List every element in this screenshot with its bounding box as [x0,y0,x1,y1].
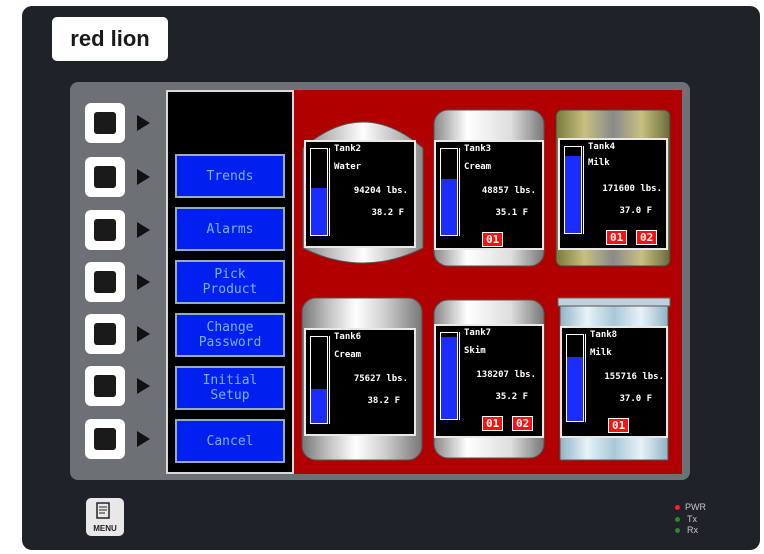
tank-7-name: Tank7 [464,328,492,338]
tank-6-product: Cream [334,350,362,360]
trends-button[interactable]: Trends [175,154,285,198]
tank-2-weight: 94204 lbs. [353,186,408,196]
menu-icon [96,502,110,519]
tank-4[interactable]: Tank4 Milk 171600 lbs. 37.0 F 01 02 [554,108,672,268]
tank-7-weight: 138207 lbs. [476,370,536,380]
tank-3[interactable]: Tank3 Cream 48857 lbs. 35.1 F 01 [430,108,548,268]
arrow-right-icon [137,326,150,342]
arrow-right-icon [137,378,150,394]
tank-2-temp: 38.2 F [371,208,404,218]
alarm-badge[interactable]: 01 [606,230,628,245]
tank-6-level-bar [310,336,328,424]
initial-setup-button[interactable]: Initial Setup [175,366,285,410]
alarms-button[interactable]: Alarms [175,207,285,251]
tank-7-panel: Tank7 Skim 138207 lbs. 35.2 F 01 02 [434,324,544,438]
rx-led [675,528,680,533]
level-scale [329,148,332,236]
tank-8-product: Milk [590,348,612,358]
tank-2-panel: Tank2 Water 94204 lbs. 38.2 F [304,140,416,248]
soft-key-5[interactable] [85,314,125,354]
tank-6-temp: 38.2 F [367,396,400,406]
soft-key-2[interactable] [85,157,125,197]
tank-4-temp: 37.0 F [619,206,652,216]
tank-4-name: Tank4 [588,142,616,152]
tank-6-name: Tank6 [334,332,362,342]
tank-6-weight: 75627 lbs. [353,374,408,384]
hmi-screen: Trends Alarms Pick Product Change Passwo… [166,90,682,474]
tank-3-weight: 48857 lbs. [481,186,536,196]
soft-key-1[interactable] [85,103,125,143]
tank-3-product: Cream [464,162,492,172]
screen-menu-column: Trends Alarms Pick Product Change Passwo… [166,90,294,474]
soft-key-4[interactable] [85,262,125,302]
tank-3-level-bar [440,148,458,236]
change-password-button[interactable]: Change Password [175,313,285,357]
tank-3-temp: 35.1 F [495,208,528,218]
tank-8-level-bar [566,334,584,422]
tank-8[interactable]: Tank8 Milk 155716 lbs. 37.0 F 01 [556,296,672,462]
tank-2-name: Tank2 [334,144,362,154]
tank-2[interactable]: Tank2 Water 94204 lbs. 38.2 F [300,108,426,268]
tank-2-product: Water [334,162,362,172]
tank-8-temp: 37.0 F [619,394,652,404]
tank-8-panel: Tank8 Milk 155716 lbs. 37.0 F 01 [560,326,668,438]
tank-4-panel: Tank4 Milk 171600 lbs. 37.0 F 01 02 [558,138,668,250]
tank-6[interactable]: Tank6 Cream 75627 lbs. 38.2 F [300,296,426,462]
tank-3-panel: Tank3 Cream 48857 lbs. 35.1 F 01 [434,140,544,250]
alarm-badge[interactable]: 02 [636,230,658,245]
alarm-badge[interactable]: 01 [482,416,504,431]
alarm-badge[interactable]: 02 [512,416,534,431]
tank-8-name: Tank8 [590,330,618,340]
level-scale [459,148,462,236]
tank-6-panel: Tank6 Cream 75627 lbs. 38.2 F [304,328,416,436]
pwr-led [675,505,680,510]
arrow-right-icon [137,115,150,131]
pwr-label: PWR [685,502,706,512]
tx-label: Tx [687,514,697,524]
tank-3-name: Tank3 [464,144,492,154]
red-lion-logo: red lion [52,17,168,61]
alarm-badge[interactable]: 01 [608,418,630,433]
soft-key-3[interactable] [85,210,125,250]
cancel-button[interactable]: Cancel [175,419,285,463]
tank-4-weight: 171600 lbs. [602,184,662,194]
arrow-right-icon [137,431,150,447]
rx-label: Rx [687,525,698,535]
tank-7[interactable]: Tank7 Skim 138207 lbs. 35.2 F 01 02 [430,296,548,462]
soft-key-7[interactable] [85,419,125,459]
tank-7-product: Skim [464,346,486,356]
menu-key-label: MENU [93,524,117,533]
pick-product-button[interactable]: Pick Product [175,260,285,304]
arrow-right-icon [137,169,150,185]
menu-key[interactable]: MENU [86,498,124,536]
tank-4-product: Milk [588,158,610,168]
soft-key-6[interactable] [85,366,125,406]
level-scale [583,146,586,234]
tank-2-level-bar [310,148,328,236]
level-scale [459,332,462,420]
level-scale [329,336,332,424]
level-scale [585,334,588,422]
tx-led [675,517,680,522]
tank-7-level-bar [440,332,458,420]
arrow-right-icon [137,222,150,238]
tank-7-temp: 35.2 F [495,392,528,402]
tank-8-weight: 155716 lbs. [604,372,664,382]
tank-4-level-bar [564,146,582,234]
alarm-badge[interactable]: 01 [482,232,504,247]
arrow-right-icon [137,274,150,290]
